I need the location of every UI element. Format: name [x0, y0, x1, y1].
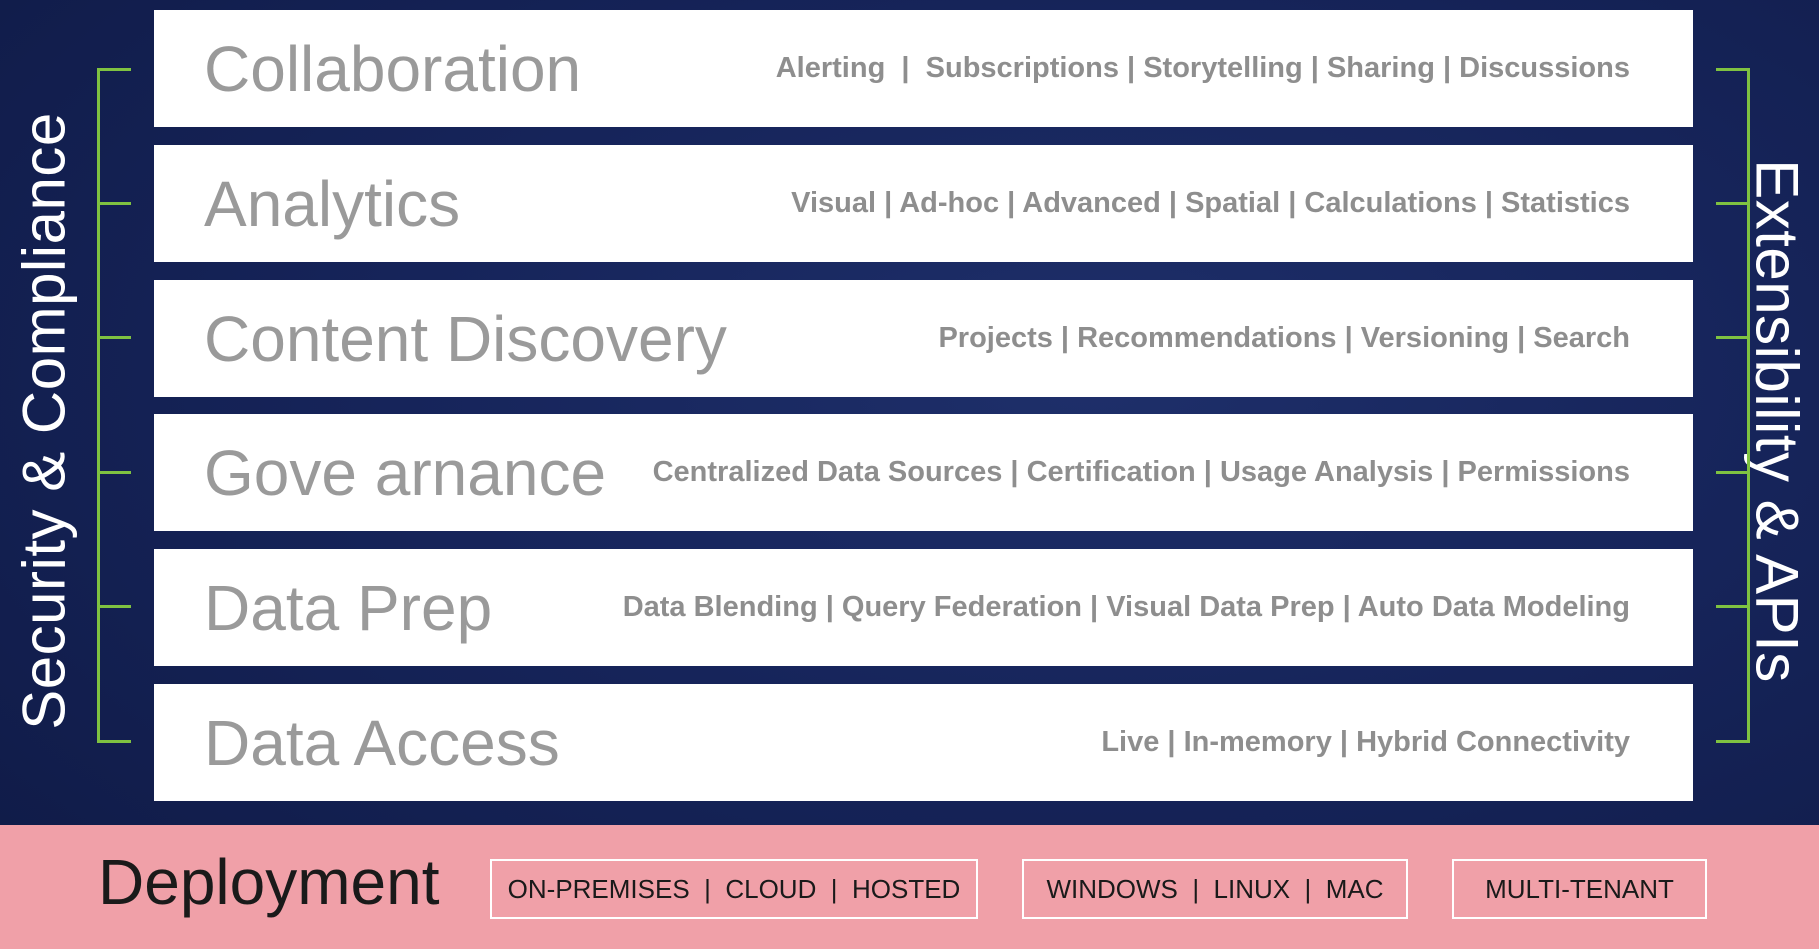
layer-features: Projects | Recommendations | Versioning …	[938, 322, 1630, 354]
left-bracket-tick	[97, 605, 131, 608]
right-bracket-tick	[1716, 471, 1750, 474]
left-bracket-tick	[97, 68, 131, 71]
deployment-option-os: WINDOWS | LINUX | MAC	[1022, 859, 1408, 919]
layer-data-access: Data Access Live | In-memory | Hybrid Co…	[154, 684, 1693, 801]
layer-title: Content Discovery	[204, 302, 727, 375]
right-bracket-tick	[1716, 68, 1750, 71]
right-bracket-line	[1747, 68, 1750, 743]
left-bracket-tick	[97, 471, 131, 474]
layer-features: Alerting | Subscriptions | Storytelling …	[775, 52, 1630, 84]
deployment-title: Deployment	[98, 846, 440, 918]
deployment-option-multitenant: MULTI-TENANT	[1452, 859, 1707, 919]
deployment-option-hosting: ON-PREMISES | CLOUD | HOSTED	[490, 859, 978, 919]
right-bracket-tick	[1716, 605, 1750, 608]
extensibility-apis-label: Extensibility & APIs	[1743, 159, 1811, 683]
layer-features: Centralized Data Sources | Certification…	[652, 456, 1630, 488]
layer-title: Data Access	[204, 706, 560, 779]
layer-collaboration: Collaboration Alerting | Subscriptions |…	[154, 10, 1693, 127]
left-bracket-tick	[97, 336, 131, 339]
layer-title: Collaboration	[204, 32, 582, 105]
layer-content-discovery: Content Discovery Projects | Recommendat…	[154, 280, 1693, 397]
right-bracket-tick	[1716, 336, 1750, 339]
layer-title: Gove arnance	[204, 436, 607, 509]
layer-title: Data Prep	[204, 571, 493, 644]
left-bracket-tick	[97, 740, 131, 743]
layer-analytics: Analytics Visual | Ad-hoc | Advanced | S…	[154, 145, 1693, 262]
right-bracket-tick	[1716, 740, 1750, 743]
layer-features: Data Blending | Query Federation | Visua…	[622, 591, 1630, 623]
layer-features: Visual | Ad-hoc | Advanced | Spatial | C…	[791, 187, 1630, 219]
layer-governance: Gove arnance Centralized Data Sources | …	[154, 414, 1693, 531]
left-bracket-line	[97, 68, 100, 743]
deployment-band: Deployment ON-PREMISES | CLOUD | HOSTED …	[0, 825, 1819, 949]
layer-title: Analytics	[204, 167, 461, 240]
layer-data-prep: Data Prep Data Blending | Query Federati…	[154, 549, 1693, 666]
right-bracket-tick	[1716, 202, 1750, 205]
security-compliance-label: Security & Compliance	[10, 112, 78, 730]
layer-features: Live | In-memory | Hybrid Connectivity	[1101, 726, 1630, 758]
left-bracket-tick	[97, 202, 131, 205]
